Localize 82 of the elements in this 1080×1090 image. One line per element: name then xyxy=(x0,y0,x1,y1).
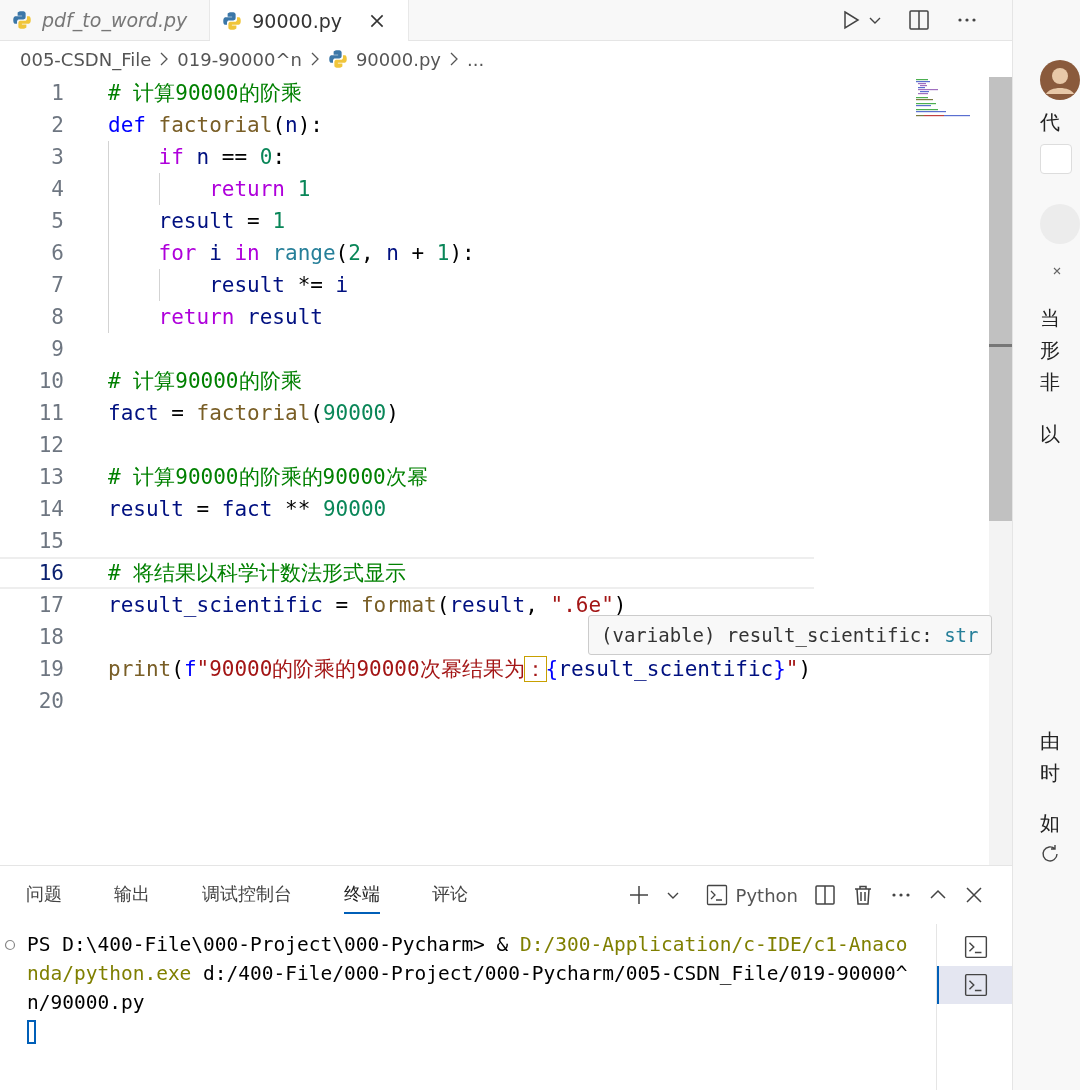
chevron-icon xyxy=(448,51,459,67)
breadcrumb-item[interactable]: 019-90000^n xyxy=(177,48,302,70)
line-number: 5 xyxy=(50,209,64,233)
panel-tab[interactable]: 调试控制台 xyxy=(202,876,292,914)
python-icon xyxy=(222,10,243,31)
plus-icon[interactable] xyxy=(627,884,650,906)
close-icon[interactable] xyxy=(1052,266,1062,276)
editor-tab[interactable]: 90000.py xyxy=(210,0,410,41)
line-number: 19 xyxy=(37,657,64,681)
avatar xyxy=(1040,60,1080,100)
breadcrumb-item[interactable]: ... xyxy=(466,48,485,70)
side-text: 代 xyxy=(1040,109,1061,136)
terminal-icon xyxy=(705,884,728,906)
line-number: 16 xyxy=(37,561,64,585)
terminal-profile-button[interactable]: Python xyxy=(697,884,798,906)
code-line: # 计算90000的阶乘 xyxy=(108,368,302,395)
line-number: 13 xyxy=(37,465,64,489)
code-line: # 计算90000的阶乘的90000次幂 xyxy=(108,464,428,491)
trash-icon[interactable] xyxy=(852,884,874,906)
code-line: result_scientific = format(result, ".6e") xyxy=(108,593,627,617)
python-icon xyxy=(327,49,348,69)
terminal-icon xyxy=(963,973,988,997)
terminal-icon xyxy=(963,935,988,959)
code-line: def factorial(n): xyxy=(108,113,323,137)
line-number: 12 xyxy=(37,433,64,457)
line-number: 9 xyxy=(50,337,64,361)
code-line: fact = factorial(90000) xyxy=(108,401,399,425)
chevron-icon xyxy=(309,51,320,67)
code-line: return 1 xyxy=(208,177,311,201)
tag-chip xyxy=(1040,144,1072,174)
split-editor-icon[interactable] xyxy=(908,9,930,31)
terminal-line: nda/python.exe d:/400-File/000-Project/000-Pycharm/005-CSDN_File/019-90000^ xyxy=(27,962,908,985)
line-number: 6 xyxy=(50,241,64,265)
side-text: 以 xyxy=(1040,421,1061,448)
line-number: 8 xyxy=(50,305,64,329)
close-icon[interactable] xyxy=(964,885,984,905)
side-text: 当 xyxy=(1040,305,1061,332)
panel-tab[interactable]: 终端 xyxy=(344,876,380,914)
code-line: result *= i xyxy=(208,273,349,297)
code-line: if n == 0: xyxy=(157,145,286,169)
line-number: 18 xyxy=(37,625,64,649)
side-text: 时 xyxy=(1040,760,1061,787)
tooltip-text: (variable) result_scientific: str xyxy=(601,624,979,646)
refresh-icon[interactable] xyxy=(1040,843,1060,863)
chevron-icon xyxy=(159,51,170,67)
line-number: 15 xyxy=(37,529,64,553)
terminal-line: PS D:\400-File\000-Project\000-Pycharm> & D:/300-Application/c-IDE/c1-Anaco xyxy=(27,933,908,956)
code-line: return result xyxy=(157,305,323,329)
line-number: 2 xyxy=(50,113,64,137)
breadcrumb-item[interactable]: 005-CSDN_File xyxy=(20,48,152,70)
line-number: 11 xyxy=(37,401,64,425)
line-number: 20 xyxy=(37,689,64,713)
panel-tab[interactable]: 输出 xyxy=(114,876,150,914)
line-number: 7 xyxy=(50,273,64,297)
terminal-line: n/90000.py xyxy=(27,991,145,1014)
side-text: 非 xyxy=(1040,369,1061,396)
side-text: 由 xyxy=(1040,728,1061,755)
scrollbar-thumb[interactable] xyxy=(989,77,1012,521)
tab-label: 90000.py xyxy=(252,9,343,32)
line-number: 3 xyxy=(50,145,64,169)
code-line: result = fact ** 90000 xyxy=(108,497,387,521)
code-line: # 计算90000的阶乘 xyxy=(108,80,302,107)
code-line: result = 1 xyxy=(157,209,286,233)
split-terminal-icon[interactable] xyxy=(814,884,836,906)
line-number: 4 xyxy=(50,177,64,201)
breadcrumb-item[interactable]: 90000.py xyxy=(355,48,441,70)
status-circle-icon xyxy=(4,939,16,951)
terminal-list-item[interactable] xyxy=(937,966,1012,1004)
python-icon xyxy=(12,10,32,30)
line-number: 14 xyxy=(37,497,64,521)
tab-label: pdf_to_word.py xyxy=(42,9,188,31)
line-number: 17 xyxy=(37,593,64,617)
panel-tab[interactable]: 问题 xyxy=(26,876,62,914)
code-line: # 将结果以科学计数法形式显示 xyxy=(108,560,407,587)
code-line: print(f"90000的阶乘的90000次幂结果为：{result_scientific}") xyxy=(108,656,812,683)
side-text: 形 xyxy=(1040,337,1061,364)
line-number: 1 xyxy=(50,81,64,105)
text-cursor xyxy=(27,1019,36,1044)
code-line: for i in range(2, n + 1): xyxy=(157,241,475,265)
line-number: 10 xyxy=(37,369,64,393)
panel-tab[interactable]: 评论 xyxy=(432,876,468,914)
side-text: 如 xyxy=(1040,810,1061,837)
